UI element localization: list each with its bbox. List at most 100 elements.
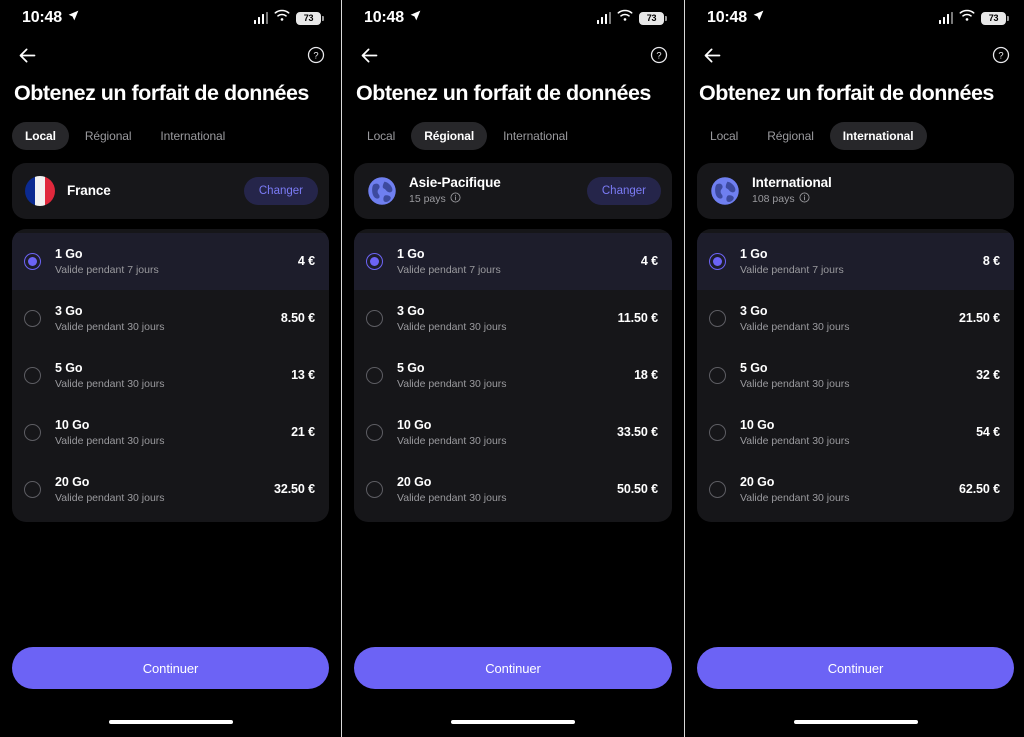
tab-international[interactable]: International [147, 122, 238, 150]
status-bar-right: 73 [596, 9, 667, 27]
plan-radio[interactable] [24, 366, 41, 384]
plan-name: 1 Go [397, 246, 425, 261]
plan-radio[interactable] [24, 309, 41, 327]
plan-price: 62.50 € [958, 482, 1000, 497]
plan-row[interactable]: 20 Go Valide pendant 30 jours 50.50 € [354, 461, 672, 518]
region-text: International 108 pays [752, 175, 1003, 206]
changer-button[interactable]: Changer [243, 176, 318, 205]
plan-row[interactable]: 1 Go Valide pendant 7 jours 8 € [697, 232, 1014, 290]
help-button[interactable]: ? [989, 43, 1013, 67]
plan-radio[interactable] [366, 309, 383, 327]
plan-info: 10 Go Valide pendant 30 jours [55, 418, 291, 447]
plan-radio[interactable] [709, 366, 726, 384]
status-bar-time: 10:48 [707, 9, 747, 26]
back-button[interactable] [354, 40, 384, 70]
plan-radio[interactable] [709, 423, 726, 441]
plan-radio[interactable] [709, 309, 726, 327]
cellular-signal-icon [938, 12, 953, 24]
plan-row[interactable]: 5 Go Valide pendant 30 jours 32 € [697, 347, 1014, 404]
plan-radio[interactable] [24, 480, 41, 498]
battery-level: 73 [988, 12, 999, 23]
plan-validity: Valide pendant 7 jours [55, 263, 159, 276]
svg-text:?: ? [656, 50, 661, 60]
tab-bar: Local Régional International [0, 106, 341, 150]
tab-international[interactable]: International [829, 121, 927, 150]
help-button[interactable]: ? [647, 43, 671, 67]
tab-local[interactable]: Local [12, 121, 69, 150]
plan-info: 10 Go Valide pendant 30 jours [397, 418, 617, 447]
plan-radio[interactable] [366, 366, 383, 384]
back-button[interactable] [697, 40, 727, 70]
plan-price: 4 € [640, 254, 658, 269]
plan-info: 10 Go Valide pendant 30 jours [740, 418, 976, 447]
three-panel-screenshot-strip: 10:48 73? Obtenez un forfait de données Loc… [0, 0, 1024, 737]
plan-validity: Valide pendant 30 jours [740, 377, 850, 390]
continue-button[interactable]: Continuer [12, 647, 329, 689]
plan-row[interactable]: 10 Go Valide pendant 30 jours 54 € [697, 404, 1014, 461]
plan-radio[interactable] [24, 423, 41, 441]
continue-button[interactable]: Continuer [697, 647, 1014, 689]
plan-radio[interactable] [366, 423, 383, 441]
info-circle-icon[interactable] [799, 192, 810, 206]
plan-row[interactable]: 10 Go Valide pendant 30 jours 33.50 € [354, 404, 672, 461]
plan-row[interactable]: 3 Go Valide pendant 30 jours 11.50 € [354, 290, 672, 347]
plan-price: 8.50 € [280, 311, 315, 326]
continue-button-wrap: Continuer [685, 647, 1024, 689]
location-arrow-icon [752, 9, 765, 27]
plan-validity: Valide pendant 7 jours [397, 263, 501, 276]
plan-row[interactable]: 1 Go Valide pendant 7 jours 4 € [354, 232, 672, 290]
plan-price: 32.50 € [273, 482, 315, 497]
changer-button[interactable]: Changer [586, 176, 661, 205]
plan-info: 20 Go Valide pendant 30 jours [740, 475, 959, 504]
plan-info: 5 Go Valide pendant 30 jours [740, 361, 976, 390]
phone-panel-regional: 10:48 73? Obtenez un forfait de données Loc… [342, 0, 684, 737]
plan-price: 21.50 € [958, 311, 1000, 326]
plan-row[interactable]: 5 Go Valide pendant 30 jours 18 € [354, 347, 672, 404]
plan-name: 10 Go [397, 417, 432, 432]
tab-bar: Local Régional International [342, 106, 684, 150]
tab-international[interactable]: International [490, 122, 581, 150]
region-name: France [67, 183, 111, 199]
plan-radio-selected[interactable] [24, 252, 41, 270]
region-card[interactable]: Asie-Pacifique 15 pays Changer [354, 162, 672, 219]
plan-row[interactable]: 3 Go Valide pendant 30 jours 8.50 € [12, 290, 329, 347]
info-circle-icon[interactable] [450, 192, 461, 206]
plan-row[interactable]: 20 Go Valide pendant 30 jours 62.50 € [697, 461, 1014, 518]
plan-info: 1 Go Valide pendant 7 jours [740, 247, 983, 276]
tab-rgional[interactable]: Régional [72, 122, 145, 150]
status-bar-left: 10:48 [707, 9, 765, 27]
status-bar-right: 73 [938, 9, 1009, 27]
help-button[interactable]: ? [304, 43, 328, 67]
tab-rgional[interactable]: Régional [754, 122, 827, 150]
continue-button-wrap: Continuer [342, 647, 684, 689]
tab-local[interactable]: Local [354, 122, 408, 150]
plan-validity: Valide pendant 30 jours [55, 377, 165, 390]
region-card[interactable]: France Changer [12, 162, 329, 219]
region-card[interactable]: International 108 pays [697, 162, 1014, 219]
plan-row[interactable]: 10 Go Valide pendant 30 jours 21 € [12, 404, 329, 461]
plan-row[interactable]: 5 Go Valide pendant 30 jours 13 € [12, 347, 329, 404]
home-indicator [451, 720, 575, 724]
plan-radio[interactable] [366, 480, 383, 498]
tab-rgional[interactable]: Régional [411, 121, 488, 150]
plan-radio-selected[interactable] [366, 252, 383, 270]
back-button[interactable] [12, 40, 42, 70]
plan-row[interactable]: 1 Go Valide pendant 7 jours 4 € [12, 232, 329, 290]
nav-bar: ? [0, 36, 341, 74]
globe-icon [367, 176, 397, 206]
region-name: Asie-Pacifique [409, 175, 501, 191]
plan-info: 1 Go Valide pendant 7 jours [397, 247, 641, 276]
plan-row[interactable]: 20 Go Valide pendant 30 jours 32.50 € [12, 461, 329, 518]
tab-local[interactable]: Local [697, 122, 751, 150]
plan-name: 5 Go [740, 360, 768, 375]
plan-row[interactable]: 3 Go Valide pendant 30 jours 21.50 € [697, 290, 1014, 347]
plan-price: 4 € [297, 254, 315, 269]
plan-validity: Valide pendant 30 jours [397, 491, 507, 504]
plan-name: 10 Go [740, 417, 775, 432]
plan-radio-selected[interactable] [709, 252, 726, 270]
home-indicator [793, 720, 918, 724]
plan-radio[interactable] [709, 480, 726, 498]
plan-name: 20 Go [55, 474, 90, 489]
plan-info: 3 Go Valide pendant 30 jours [397, 304, 618, 333]
continue-button[interactable]: Continuer [354, 647, 672, 689]
